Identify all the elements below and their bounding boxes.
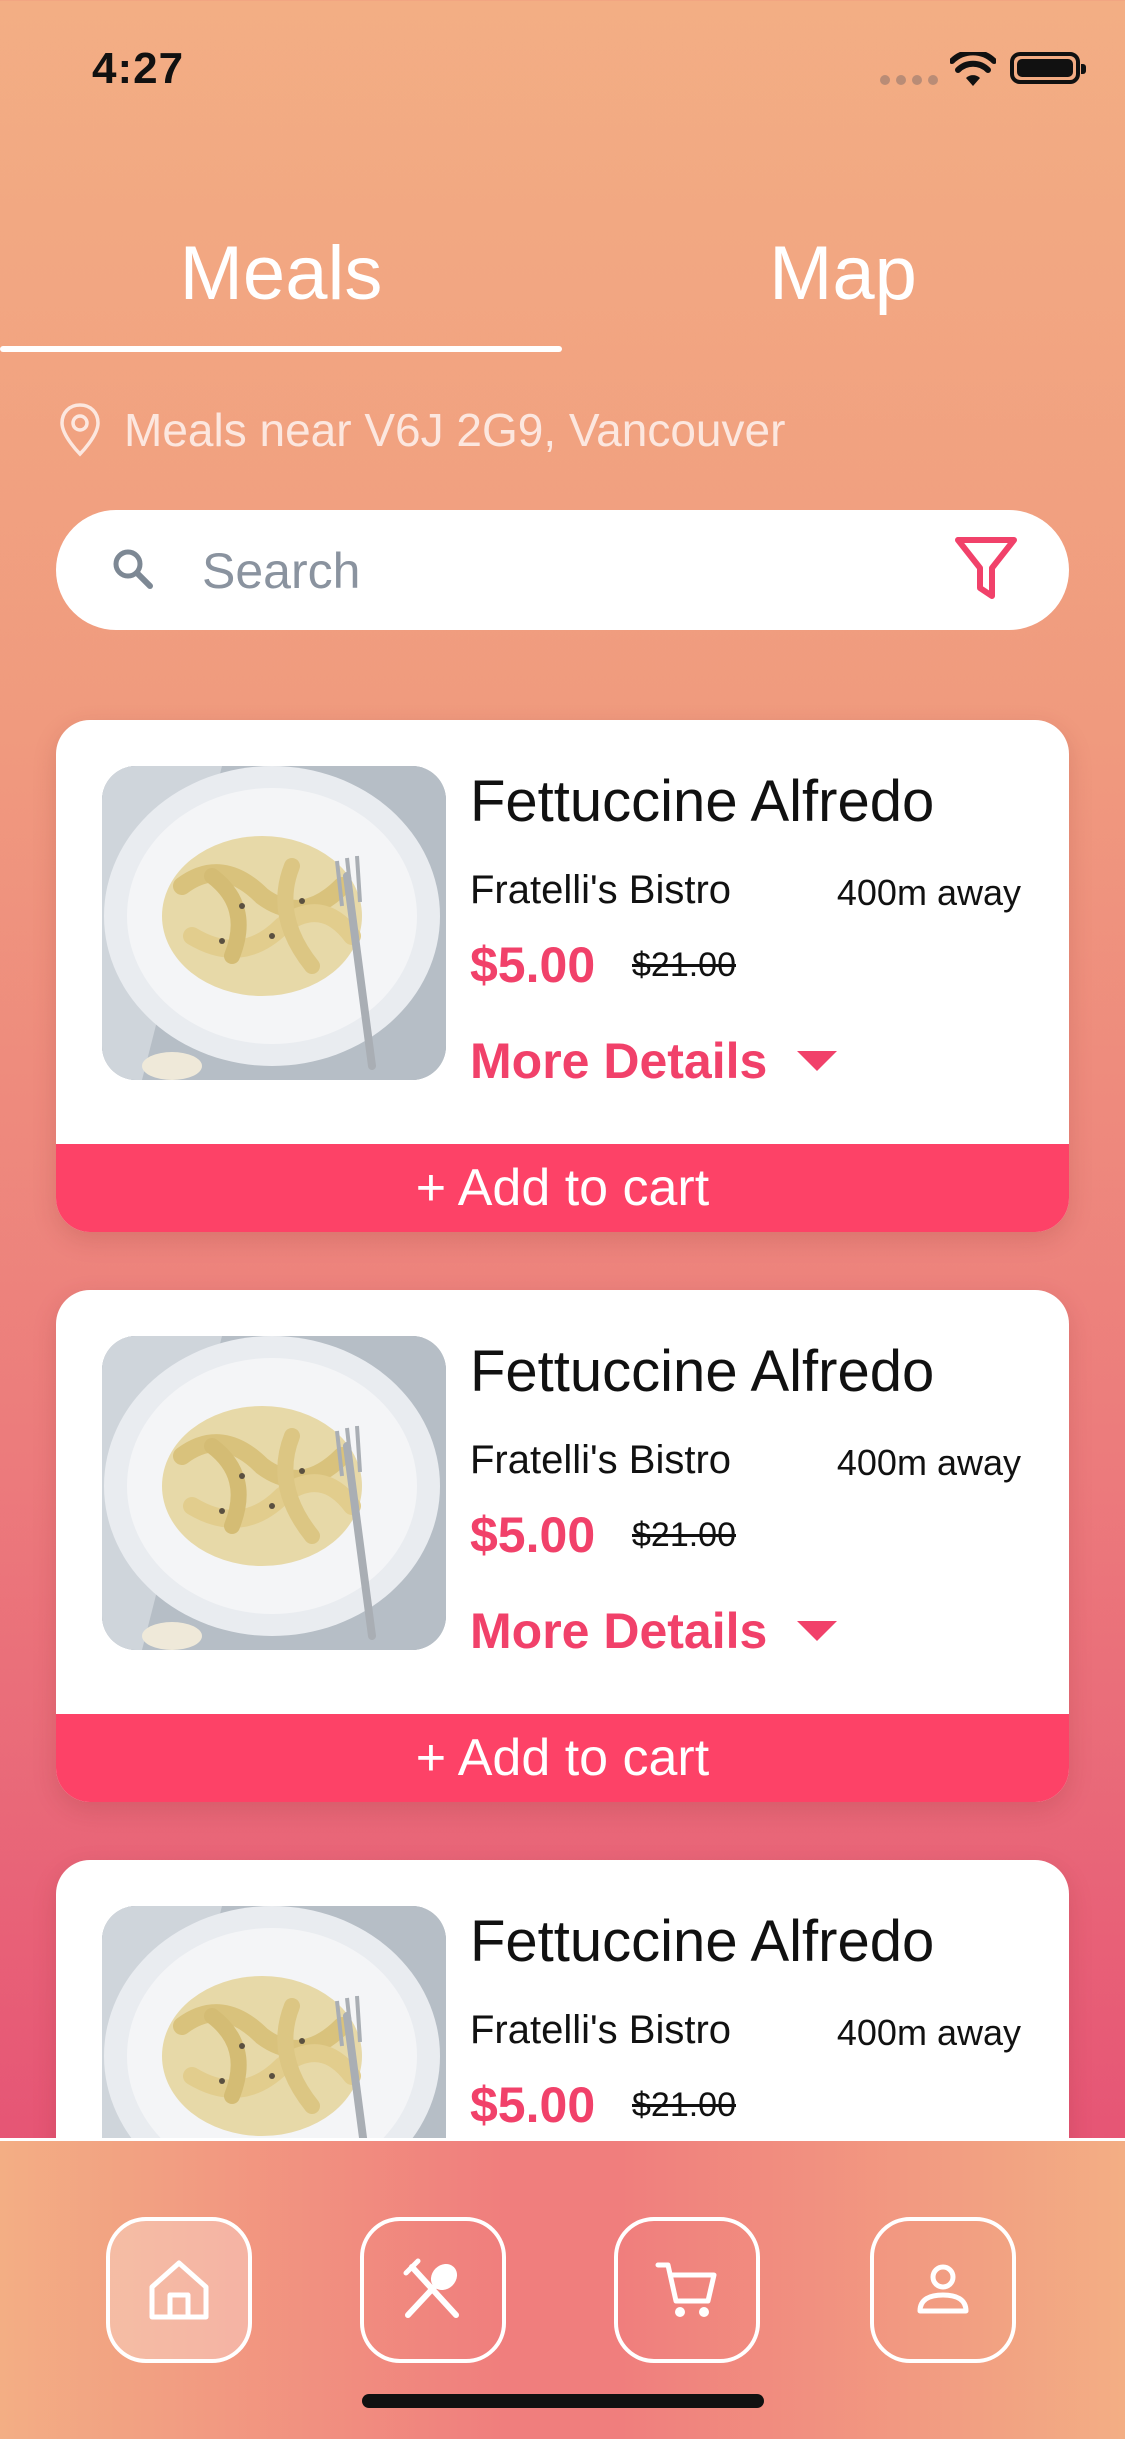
meal-title: Fettuccine Alfredo [470,1339,935,1404]
meal-title: Fettuccine Alfredo [470,1909,935,1974]
meal-image [102,1336,446,1650]
meal-title: Fettuccine Alfredo [470,769,935,834]
meal-vendor: Fratelli's Bistro [470,868,732,912]
meal-old-price: $21.00 [632,1516,736,1554]
tab-bar: Meals Map [0,230,1125,360]
wifi-icon [950,52,996,86]
caret-down-icon [797,1621,838,1641]
status-time: 4:27 [92,44,185,93]
more-details-button[interactable]: More Details [470,1032,838,1090]
home-icon [149,2260,209,2320]
battery-icon [1010,52,1086,84]
meal-image [102,766,446,1080]
user-icon [917,2264,969,2314]
meal-price: $5.00 [470,937,596,993]
add-to-cart-button[interactable]: + Add to cart [56,1714,1069,1802]
more-details-button[interactable]: More Details [470,1602,838,1660]
tab-map[interactable]: Map [562,230,1124,317]
location-row: Meals near V6J 2G9, Vancouver [58,400,785,460]
meal-price: $5.00 [470,2077,596,2133]
meal-distance: 400m away [836,2012,1021,2053]
meal-vendor: Fratelli's Bistro [470,2008,732,2052]
search-input[interactable] [200,530,964,612]
meal-old-price: $21.00 [632,2086,736,2124]
nav-home-button[interactable] [106,2217,252,2363]
nav-meals-button[interactable] [360,2217,506,2363]
meal-distance: 400m away [836,872,1021,913]
meal-card[interactable]: Fettuccine Alfredo Fratelli's Bistro 400… [56,720,1069,1232]
more-details-label: More Details [470,1603,768,1659]
caret-down-icon [797,1051,838,1071]
tab-meals[interactable]: Meals [0,230,562,317]
meal-old-price: $21.00 [632,946,736,984]
nav-cart-button[interactable] [614,2217,760,2363]
meal-vendor: Fratelli's Bistro [470,1438,732,1482]
filter-icon[interactable] [953,534,1019,604]
meal-card[interactable]: Fettuccine Alfredo Fratelli's Bistro 400… [56,1290,1069,1802]
active-tab-indicator [0,346,562,352]
search-icon [113,549,153,589]
cart-icon [655,2262,717,2317]
meal-price: $5.00 [470,1507,596,1563]
utensils-icon [403,2258,459,2318]
signal-icon [880,72,944,90]
location-text: Meals near V6J 2G9, Vancouver [124,404,786,456]
search-bar [56,510,1069,630]
meal-distance: 400m away [836,1442,1021,1483]
add-to-cart-button[interactable]: + Add to cart [56,1144,1069,1232]
map-pin-icon [60,403,100,457]
more-details-label: More Details [470,1033,768,1089]
status-bar: 4:27 [0,0,1125,140]
nav-profile-button[interactable] [870,2217,1016,2363]
home-indicator [362,2394,764,2408]
